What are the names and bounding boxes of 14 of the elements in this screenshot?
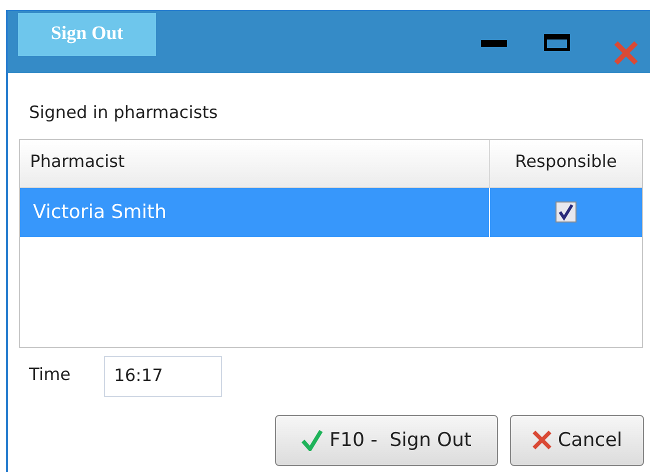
table-cell: Victoria Smith [20,188,490,236]
maximize-icon[interactable] [544,34,570,52]
column-header[interactable]: Responsible [490,140,642,186]
close-icon [532,430,552,450]
column-header[interactable]: Pharmacist [20,140,490,186]
time-label: Time [29,364,72,388]
checkbox[interactable] [555,201,577,223]
sign-out-button[interactable]: F10 - Sign Out [275,414,498,466]
checkmark-icon [301,429,324,451]
cancel-button[interactable]: Cancel [510,414,644,466]
time-field[interactable]: 16:17 [104,356,222,396]
minimize-icon[interactable] [481,40,507,48]
window-title: Sign Out [18,13,156,56]
section-label: Signed in pharmacists [29,102,219,125]
